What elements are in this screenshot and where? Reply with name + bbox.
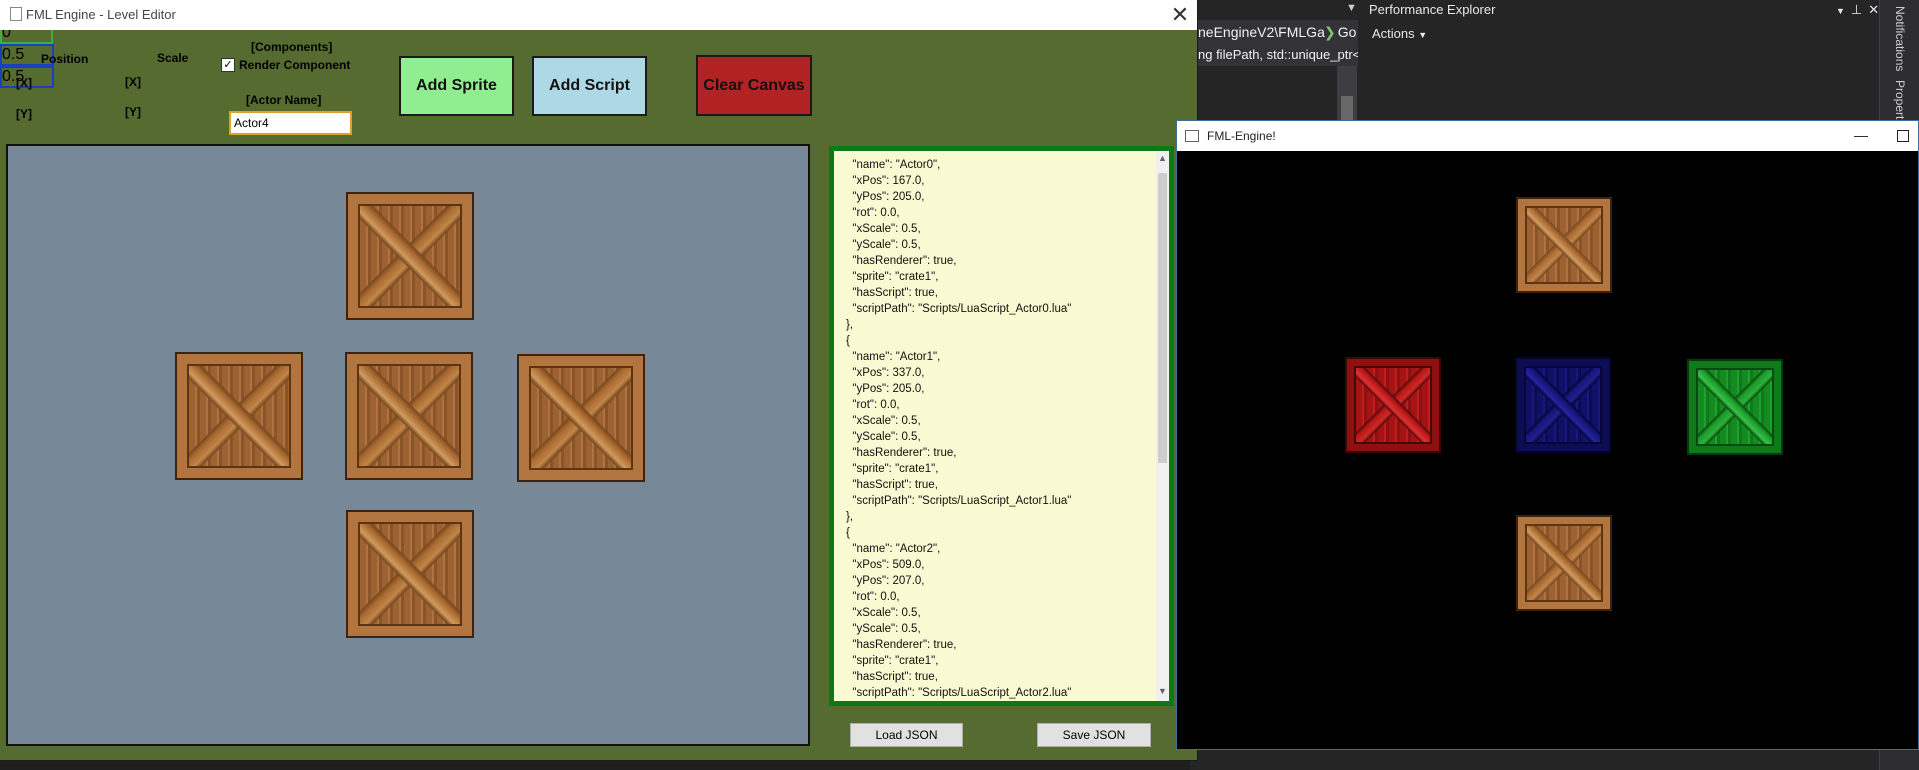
go-icon: ❯ [1324,24,1336,40]
crate-sprite[interactable] [517,354,645,482]
crate-sprite[interactable] [346,192,474,320]
game-window: FML-Engine! — [1176,120,1919,750]
json-content: "name": "Actor0", "xPos": 167.0, "yPos":… [846,159,1072,699]
game-titlebar[interactable] [1177,121,1918,151]
chevron-down-icon: ▼ [1418,30,1428,40]
level-canvas[interactable] [6,144,810,746]
render-component-label: Render Component [239,58,351,72]
editor-title-text: FML Engine - Level Editor [26,7,176,22]
ide-go-button[interactable]: ❯ Go [1324,22,1358,42]
scale-x-tag: [X] [125,75,141,89]
render-component-checkbox[interactable]: ✓ [221,58,235,72]
scale-y-tag: [Y] [125,105,141,119]
maximize-icon[interactable] [1897,130,1909,142]
crate-sprite [1516,197,1612,293]
add-sprite-button[interactable]: Add Sprite [399,56,514,116]
crate-sprite[interactable] [175,352,303,480]
save-json-button[interactable]: Save JSON [1037,723,1151,747]
chevron-down-icon[interactable]: ▼ [1346,2,1357,14]
crate-sprite-red [1345,357,1441,453]
scroll-down-icon[interactable]: ▼ [1156,686,1169,696]
actor-name-input[interactable]: Actor4 [229,111,352,135]
components-label: [Components] [251,40,333,54]
crate-sprite-green [1687,359,1783,455]
pin-icon[interactable]: ⊥ [1851,2,1868,17]
crate-sprite[interactable] [346,510,474,638]
json-scrollbar-thumb[interactable] [1158,173,1167,463]
close-icon[interactable]: ✕ [1168,2,1192,28]
clear-canvas-button[interactable]: Clear Canvas [696,55,812,116]
level-editor-window: FML Engine - Level Editor ✕ Position [X]… [0,0,1197,760]
properties-side-tab[interactable]: Propert [1893,80,1907,119]
editor-title: FML Engine - Level Editor [10,0,176,30]
window-icon [1185,130,1199,142]
actor-name-label: [Actor Name] [246,93,322,107]
game-title: FML-Engine! [1207,129,1276,143]
ide-go-label: Go [1337,24,1357,40]
notifications-side-tab[interactable]: Notifications [1893,6,1907,71]
scroll-up-icon[interactable]: ▲ [1156,153,1169,163]
ide-member-combo[interactable]: ng filePath, std::unique_ptr< [1194,44,1358,66]
crate-sprite [1516,515,1612,611]
performance-explorer-title: Performance Explorer [1369,2,1496,17]
position-y-tag: [Y] [16,107,32,121]
json-textbox[interactable]: "name": "Actor0", "xPos": 167.0, "yPos":… [829,146,1174,706]
actions-menu[interactable]: Actions ▼ [1372,24,1427,45]
app-icon [10,7,22,21]
load-json-button[interactable]: Load JSON [850,723,963,747]
crate-sprite-blue [1515,357,1611,453]
chevron-down-icon[interactable]: ▼ [1836,6,1851,16]
scale-label: Scale [157,51,189,65]
actions-label: Actions [1372,26,1415,41]
crate-sprite[interactable] [345,352,473,480]
panel-controls[interactable]: ▼⊥✕ [1836,0,1885,21]
add-script-button[interactable]: Add Script [532,56,647,116]
position-x-tag: [X] [16,76,32,90]
minimize-icon[interactable]: — [1851,123,1871,147]
editor-titlebar[interactable] [0,0,1197,30]
position-label: Position [41,52,89,66]
